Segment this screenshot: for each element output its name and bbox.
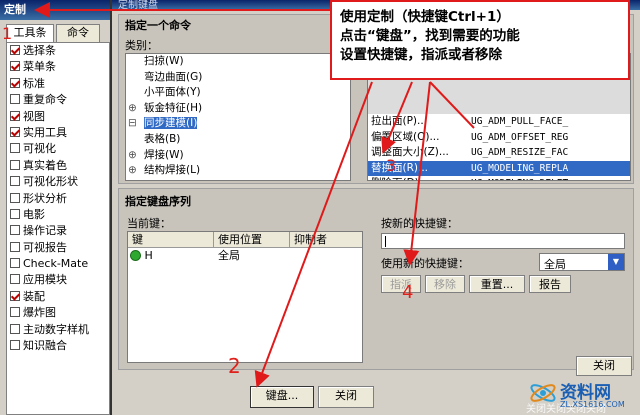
watermark: 资料网 ZL.XS1616.COM xyxy=(528,376,636,414)
marker-1: 1 xyxy=(2,24,13,43)
watermark-url: ZL.XS1616.COM xyxy=(560,400,625,409)
arrow-aux xyxy=(429,81,475,129)
marker-2: 2 xyxy=(228,354,241,378)
arrow-to-command xyxy=(381,81,413,154)
marker-4: 4 xyxy=(402,282,414,303)
marker-3: 3 xyxy=(386,156,397,175)
annotation-overlay xyxy=(34,2,475,388)
arrow-to-keyboard-button xyxy=(254,81,373,388)
watermark-logo-icon xyxy=(530,384,556,402)
arrow-to-shortcut xyxy=(403,81,431,266)
